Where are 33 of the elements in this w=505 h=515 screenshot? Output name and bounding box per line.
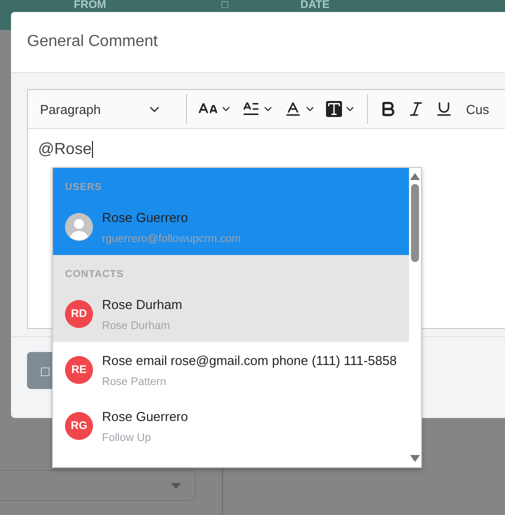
scroll-down-icon[interactable] <box>410 455 420 462</box>
paragraph-format-select[interactable]: Paragraph <box>40 102 172 116</box>
mention-option[interactable]: RD Rose Durham Rose Durham <box>53 286 409 342</box>
italic-icon <box>407 100 425 118</box>
font-color-icon <box>284 100 302 118</box>
user-avatar-icon <box>65 213 93 241</box>
option-name: Rose Guerrero <box>102 210 189 224</box>
initials-avatar: RE <box>65 356 93 384</box>
select-field[interactable] <box>0 470 196 501</box>
option-detail: Follow Up <box>102 432 152 444</box>
option-detail: Rose Durham <box>102 320 171 332</box>
section-heading: USERS <box>53 168 409 199</box>
initials-avatar: RD <box>65 300 93 328</box>
option-name: Rose email rose@gmail.com phone (111) 111-5858 <box>102 352 397 368</box>
column-header: DATE <box>299 0 331 11</box>
option-name: Rose Durham <box>102 296 182 312</box>
dialog-title: General Comment <box>11 12 505 73</box>
toolbar-button-label[interactable]: Cus <box>466 102 490 116</box>
dropdown-caret-icon <box>171 482 181 488</box>
option-name: Rose Guerrero <box>102 408 188 424</box>
text-lines-icon <box>242 100 260 118</box>
underline-icon <box>435 100 453 118</box>
scroll-up-icon[interactable] <box>410 173 420 180</box>
editor-text: @Rose <box>38 141 93 158</box>
option-detail: Rose Pattern <box>102 376 168 388</box>
column-header: □ <box>220 0 230 11</box>
mention-option[interactable]: Rose Guerrero rguerrero@followupcrm.com <box>53 199 409 255</box>
highlight-color-icon <box>326 101 342 117</box>
initials-avatar: RG <box>65 412 93 440</box>
column-header: FROM <box>72 0 108 11</box>
section-heading: CONTACTS <box>53 255 409 286</box>
scrollbar-thumb[interactable] <box>410 184 419 262</box>
option-detail: rguerrero@followupcrm.com <box>102 232 241 244</box>
